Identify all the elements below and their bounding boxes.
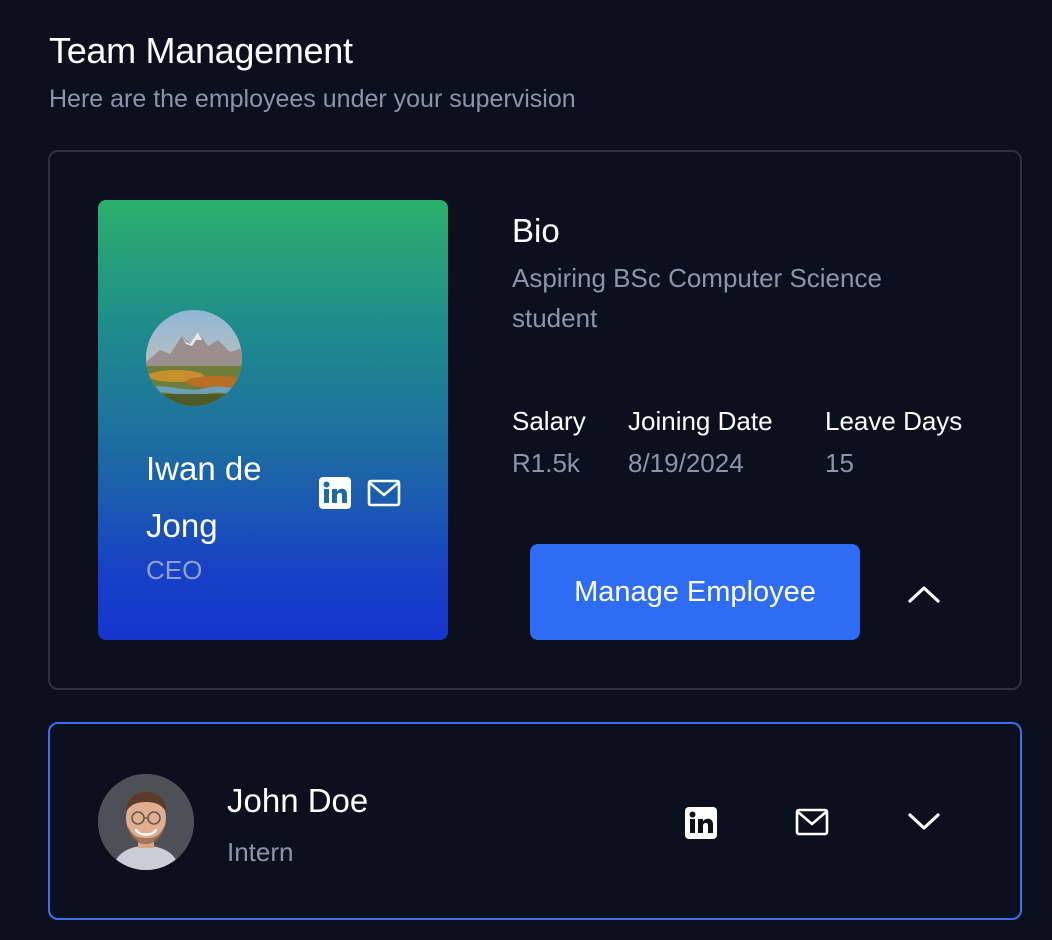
profile-panel: Iwan de Jong CEO xyxy=(98,200,448,640)
employee-role: CEO xyxy=(146,555,203,585)
bio-heading: Bio xyxy=(512,212,560,249)
stat-value: R1.5k xyxy=(512,448,580,478)
stat-label: Salary xyxy=(512,406,586,436)
employee-name: Iwan de Jong xyxy=(146,450,262,544)
page-title: Team Management xyxy=(49,30,353,71)
linkedin-icon[interactable] xyxy=(318,476,352,510)
linkedin-icon[interactable] xyxy=(684,806,718,840)
employee-card-collapsed[interactable]: John Doe Intern xyxy=(48,722,1022,920)
mail-icon[interactable] xyxy=(795,808,829,836)
employee-role: Intern xyxy=(227,837,294,867)
manage-employee-button[interactable]: Manage Employee xyxy=(530,544,860,640)
stat-salary: Salary R1.5k xyxy=(512,406,586,479)
bio-text: Aspiring BSc Computer Science student xyxy=(512,263,882,333)
stat-joining-date: Joining Date 8/19/2024 xyxy=(628,406,773,479)
stat-label: Joining Date xyxy=(628,406,773,436)
avatar xyxy=(98,774,194,870)
chevron-up-icon[interactable] xyxy=(902,572,946,616)
team-management-page: Team Management Here are the employees u… xyxy=(0,0,1052,940)
stat-leave-days: Leave Days 15 xyxy=(825,406,962,479)
employee-name: John Doe xyxy=(227,782,369,819)
stat-value: 15 xyxy=(825,448,854,478)
employee-card-expanded: Iwan de Jong CEO Bio Aspiring BSc Comput… xyxy=(48,150,1022,690)
chevron-down-icon[interactable] xyxy=(902,800,946,844)
stat-value: 8/19/2024 xyxy=(628,448,744,478)
mail-icon[interactable] xyxy=(367,479,401,507)
profile-social-icons xyxy=(318,476,401,510)
stat-label: Leave Days xyxy=(825,406,963,436)
page-subtitle: Here are the employees under your superv… xyxy=(49,85,576,113)
avatar-landscape-photo xyxy=(146,310,242,406)
